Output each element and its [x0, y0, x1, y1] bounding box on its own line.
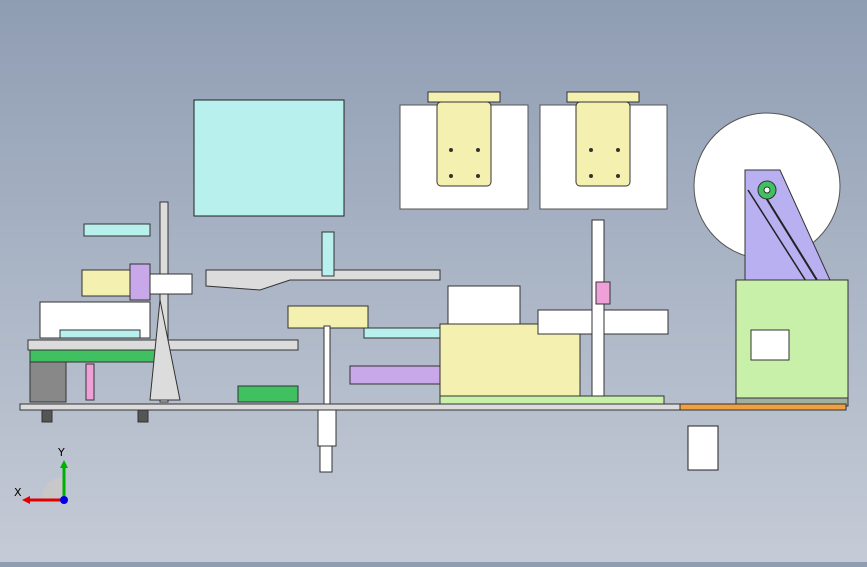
triad-x-label: X — [14, 486, 22, 499]
center-rail — [205, 231, 441, 473]
cad-drawing[interactable]: Y X — [0, 0, 867, 562]
base-plate — [19, 403, 681, 411]
cad-viewport[interactable]: Y X — [0, 0, 867, 562]
coordinate-triad-icon: Y X — [14, 446, 68, 504]
triad-y-label: Y — [57, 446, 65, 459]
bin-box — [687, 425, 719, 471]
base-orange-strip — [679, 403, 847, 411]
white-panel-left — [399, 91, 529, 210]
left-station — [27, 201, 299, 423]
film-reel — [693, 112, 849, 407]
cyan-display-panel — [193, 99, 345, 217]
white-panel-right — [539, 91, 668, 210]
center-right-machine — [349, 219, 669, 407]
